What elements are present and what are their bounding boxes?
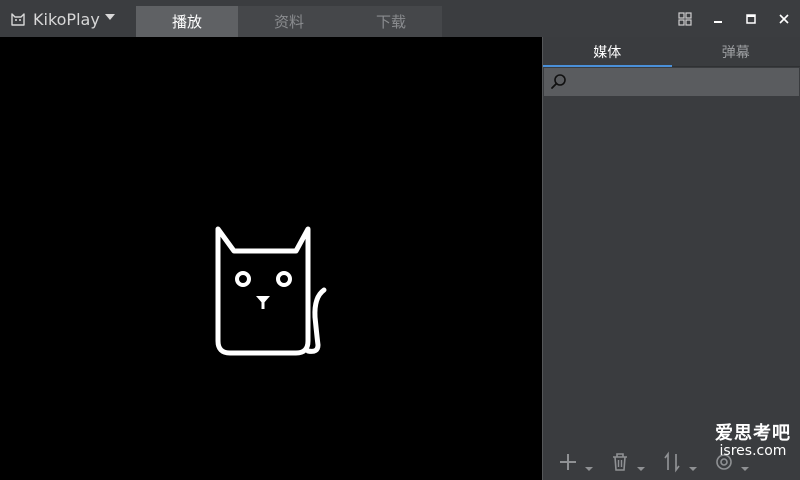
watermark-title: 爱思考吧	[715, 423, 791, 444]
search-input[interactable]	[568, 68, 799, 96]
chevron-down-icon	[637, 467, 645, 471]
search-icon	[551, 74, 566, 89]
window-controls	[668, 6, 800, 32]
side-panel: 媒体 弹幕	[543, 37, 800, 480]
main-tabs: 播放 资料 下载	[136, 6, 442, 37]
delete-button[interactable]	[609, 447, 649, 477]
search-box	[544, 68, 799, 96]
minimize-button[interactable]	[701, 6, 734, 32]
tab-library[interactable]: 资料	[238, 6, 340, 37]
cat-placeholder-icon	[215, 226, 327, 356]
side-tabs: 媒体 弹幕	[543, 37, 800, 67]
add-icon	[560, 454, 576, 470]
chevron-down-icon	[741, 467, 749, 471]
trash-icon	[613, 453, 627, 471]
video-player[interactable]	[0, 37, 542, 480]
tab-media[interactable]: 媒体	[543, 37, 672, 67]
close-icon	[778, 14, 789, 24]
kikoplay-window: KikoPlay 播放 资料 下载 媒体 弹幕 爱思考吧 isres.com	[0, 0, 800, 480]
title-bar: KikoPlay 播放 资料 下载	[0, 0, 800, 37]
maximize-icon	[745, 14, 756, 24]
watermark-url: isres.com	[719, 442, 787, 459]
close-button[interactable]	[767, 6, 800, 32]
maximize-button[interactable]	[734, 6, 767, 32]
chevron-down-icon	[689, 467, 697, 471]
minimize-icon	[713, 21, 722, 23]
chevron-down-icon	[104, 14, 115, 20]
add-button[interactable]	[557, 447, 597, 477]
tab-play[interactable]: 播放	[136, 6, 238, 37]
app-name: KikoPlay	[33, 9, 100, 29]
layout-button[interactable]	[668, 6, 701, 32]
tab-download[interactable]: 下载	[340, 6, 442, 37]
chevron-down-icon	[585, 467, 593, 471]
cat-logo-icon	[11, 13, 25, 26]
sort-button[interactable]	[661, 447, 701, 477]
grid-icon	[677, 12, 692, 26]
watermark: 爱思考吧 isres.com	[706, 424, 800, 459]
sort-icon	[664, 451, 680, 473]
tab-danmaku[interactable]: 弹幕	[672, 37, 800, 66]
app-menu[interactable]: KikoPlay	[10, 6, 115, 32]
